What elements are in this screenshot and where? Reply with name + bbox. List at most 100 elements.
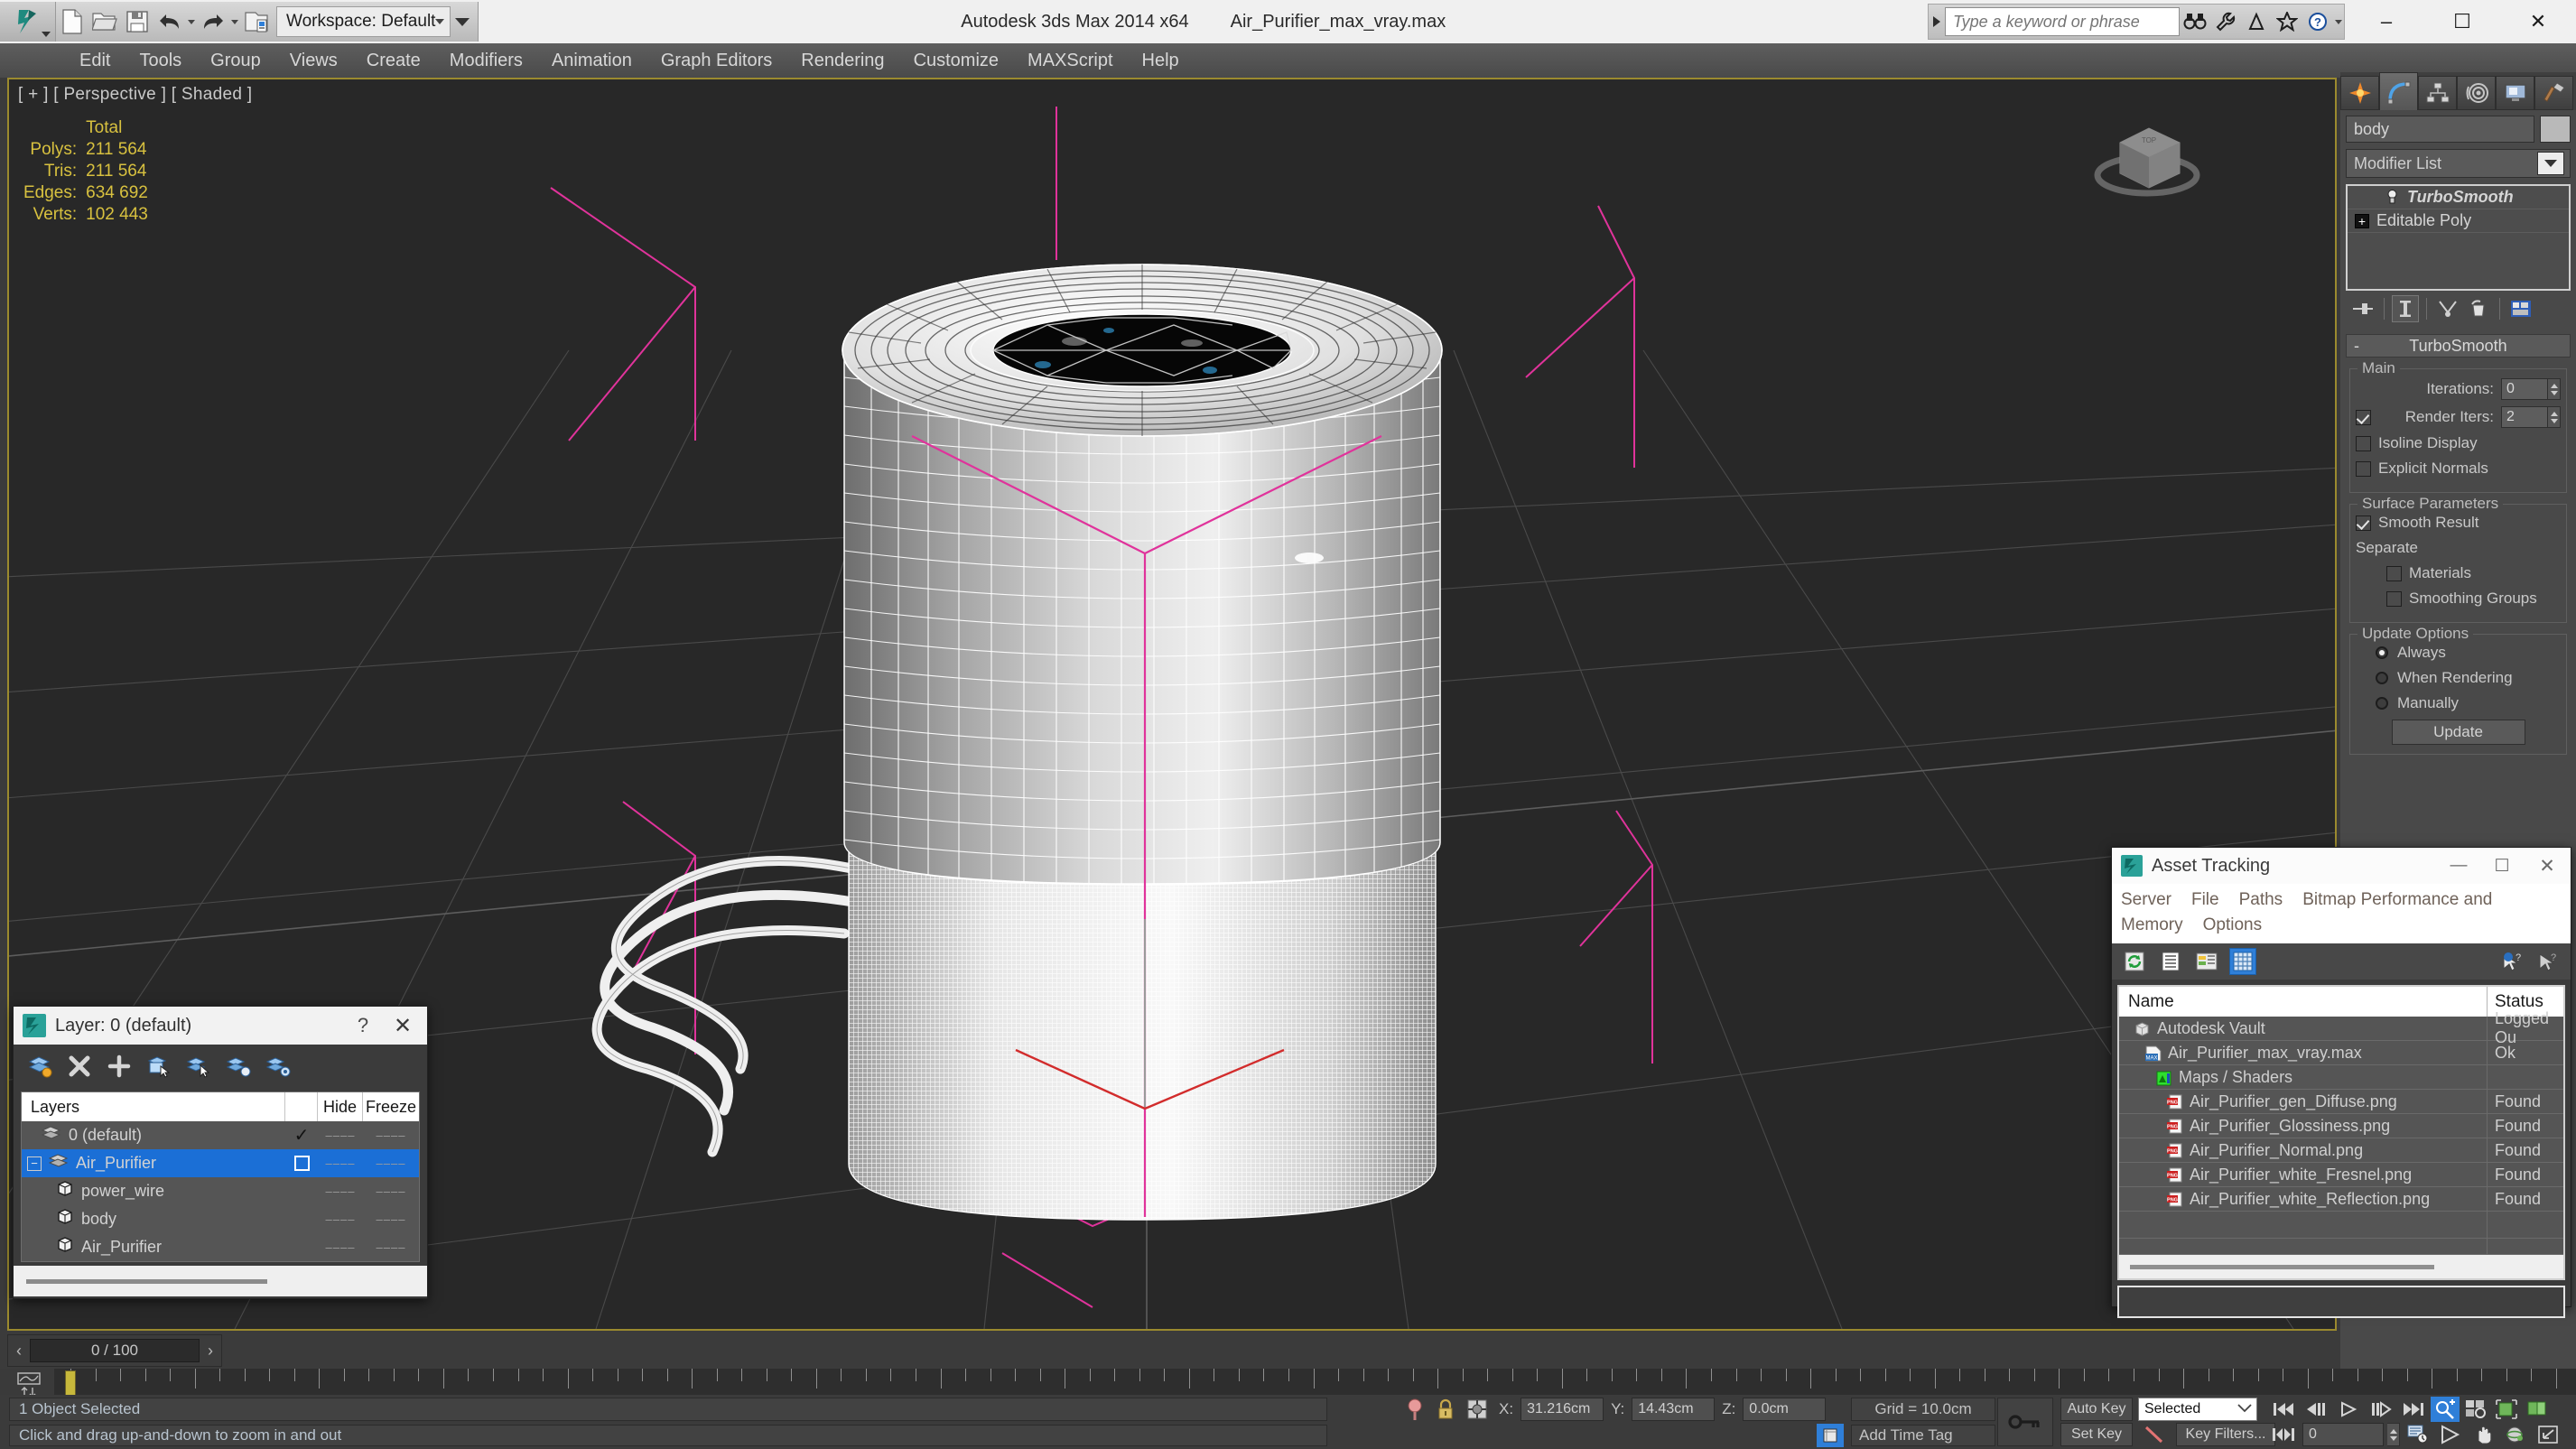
application-menu-button[interactable] — [0, 2, 56, 42]
asset-menu-options[interactable]: Options — [2203, 915, 2262, 934]
selection-lock-pin-icon[interactable] — [1405, 1398, 1425, 1426]
smoothing-groups-row[interactable]: Smoothing Groups — [2356, 590, 2561, 608]
previous-frame-button[interactable] — [2301, 1397, 2331, 1422]
menu-item-maxscript[interactable]: MAXScript — [1013, 47, 1127, 75]
update-option-always[interactable]: Always — [2356, 644, 2561, 662]
object-name-field[interactable]: body — [2346, 116, 2534, 143]
radio-button[interactable] — [2376, 672, 2388, 684]
add-selection-button[interactable] — [106, 1053, 133, 1080]
maximize-viewport-toggle[interactable] — [2534, 1422, 2562, 1447]
asset-tracking-dialog[interactable]: Asset Tracking — ☐ ✕ Server File Paths Bitm… — [2111, 847, 2571, 1318]
layer-hide-cell[interactable]: –––– — [318, 1184, 363, 1198]
y-coord-field[interactable]: 14.43cm — [1632, 1398, 1716, 1421]
iterations-spinner[interactable] — [2548, 378, 2561, 400]
menu-item-help[interactable]: Help — [1128, 47, 1194, 75]
minimize-button[interactable]: – — [2348, 0, 2424, 43]
favorites-button[interactable] — [2272, 5, 2302, 39]
radio-button[interactable] — [2376, 646, 2388, 659]
update-option-when-rendering[interactable]: When Rendering — [2356, 669, 2561, 687]
list-view-button[interactable] — [2157, 948, 2184, 975]
update-option-manually[interactable]: Manually — [2356, 694, 2561, 712]
open-file-button[interactable] — [88, 5, 121, 38]
selection-lock-toggle[interactable] — [1436, 1398, 1455, 1426]
layer-dialog[interactable]: Layer: 0 (default) ? ✕ Layers Hide Freez… — [13, 1006, 428, 1299]
isoline-display-row[interactable]: Isoline Display — [2356, 434, 2561, 452]
asset-row[interactable]: Maps / Shaders — [2119, 1065, 2563, 1090]
layer-list[interactable]: Layers Hide Freeze 0 (default) ✓ –––– –––– −… — [21, 1091, 420, 1262]
show-end-result-button[interactable] — [2392, 295, 2419, 322]
asset-row[interactable]: PNG Air_Purifier_white_Fresnel.png Found — [2119, 1163, 2563, 1187]
undo-dropdown-button[interactable] — [186, 5, 197, 38]
menu-item-tools[interactable]: Tools — [125, 47, 196, 75]
key-mode-toggle-button[interactable] — [1997, 1398, 2053, 1446]
layer-hide-cell[interactable]: –––– — [318, 1240, 363, 1254]
menu-item-views[interactable]: Views — [275, 47, 352, 75]
layer-freeze-cell[interactable]: –––– — [363, 1129, 419, 1142]
project-folder-button[interactable] — [240, 5, 273, 38]
tab-utilities[interactable] — [2534, 76, 2573, 110]
time-tag-icon[interactable] — [1817, 1424, 1844, 1447]
zoom-extents-all-button[interactable] — [2523, 1397, 2552, 1422]
layer-hide-cell[interactable]: –––– — [318, 1156, 363, 1170]
next-frame-button[interactable]: › — [200, 1342, 221, 1361]
frame-navigator[interactable]: ‹ 0 / 100 › — [7, 1334, 222, 1367]
configure-modifier-sets-button[interactable] — [2507, 295, 2534, 322]
radio-button[interactable] — [2376, 697, 2388, 710]
help-dropdown-button[interactable] — [2333, 5, 2344, 38]
modifier-list-dropdown[interactable]: Modifier List — [2346, 149, 2571, 178]
current-layer-checkbox[interactable] — [293, 1156, 310, 1171]
iterations-field[interactable]: 0 — [2501, 378, 2548, 400]
modifier-stack-item[interactable]: TurboSmooth — [2348, 186, 2569, 209]
orbit-view-button[interactable] — [2501, 1422, 2530, 1447]
turbosmooth-rollout-header[interactable]: - TurboSmooth — [2346, 334, 2571, 358]
tab-create[interactable] — [2340, 76, 2379, 110]
render-iters-spinner[interactable] — [2548, 406, 2561, 428]
prev-frame-button[interactable]: ‹ — [8, 1342, 30, 1361]
render-iters-field[interactable]: 2 — [2501, 406, 2548, 428]
menu-item-graph-editors[interactable]: Graph Editors — [646, 47, 786, 75]
infocenter-expand-button[interactable] — [1929, 5, 1945, 39]
layer-list-hscrollbar[interactable] — [14, 1266, 427, 1296]
asset-maximize-button[interactable]: ☐ — [2480, 856, 2524, 877]
current-frame-spinner[interactable] — [2387, 1423, 2400, 1446]
select-highlighted-objects-button[interactable] — [185, 1053, 212, 1080]
isoline-display-checkbox[interactable] — [2356, 435, 2371, 451]
default-in-out-tangent-button[interactable] — [2140, 1423, 2171, 1446]
asset-row[interactable]: PNG Air_Purifier_white_Reflection.png Foun… — [2119, 1187, 2563, 1212]
expand-plus-icon[interactable]: + — [2355, 213, 2369, 228]
pan-view-button[interactable] — [2469, 1422, 2497, 1447]
search-button[interactable] — [2180, 5, 2210, 39]
maximize-button[interactable]: ☐ — [2424, 0, 2500, 43]
layer-dialog-help-button[interactable]: ? — [344, 1014, 382, 1037]
asset-row[interactable]: Autodesk Vault Logged Ou — [2119, 1009, 2563, 1046]
asset-minimize-button[interactable]: — — [2437, 856, 2480, 876]
asset-list-hscrollbar[interactable] — [2119, 1255, 2563, 1278]
layer-current-cell[interactable]: ✓ — [285, 1124, 318, 1147]
tab-hierarchy[interactable] — [2418, 76, 2457, 110]
asset-menu-paths[interactable]: Paths — [2239, 890, 2283, 909]
redo-button[interactable] — [197, 5, 229, 38]
communication-center-button[interactable] — [2241, 5, 2272, 39]
current-frame-field[interactable]: 0 — [2302, 1423, 2384, 1446]
light-bulb-icon[interactable] — [2384, 190, 2400, 206]
tab-display[interactable] — [2496, 76, 2534, 110]
smooth-result-checkbox[interactable] — [2356, 515, 2371, 531]
modifier-stack-item[interactable]: + Editable Poly — [2348, 209, 2569, 233]
materials-checkbox[interactable] — [2386, 565, 2402, 581]
pin-stack-button[interactable] — [2349, 295, 2376, 322]
asset-menu-file[interactable]: File — [2191, 890, 2219, 909]
paths-view-button[interactable] — [2193, 948, 2220, 975]
zoom-extents-button[interactable] — [2492, 1397, 2521, 1422]
layer-properties-button[interactable] — [265, 1053, 292, 1080]
remove-modifier-button[interactable] — [2465, 295, 2492, 322]
tab-motion[interactable] — [2457, 76, 2496, 110]
render-iters-checkbox[interactable] — [2356, 409, 2371, 425]
add-time-tag-button[interactable]: Add Time Tag — [1851, 1425, 1995, 1446]
create-new-layer-button[interactable] — [26, 1053, 53, 1080]
menu-item-edit[interactable]: Edit — [65, 47, 125, 75]
field-of-view-button[interactable] — [2436, 1422, 2465, 1447]
redo-dropdown-button[interactable] — [229, 5, 240, 38]
close-button[interactable]: ✕ — [2500, 0, 2576, 43]
zoom-all-button[interactable] — [2461, 1397, 2490, 1422]
layer-row[interactable]: body –––– –––– — [22, 1205, 419, 1233]
